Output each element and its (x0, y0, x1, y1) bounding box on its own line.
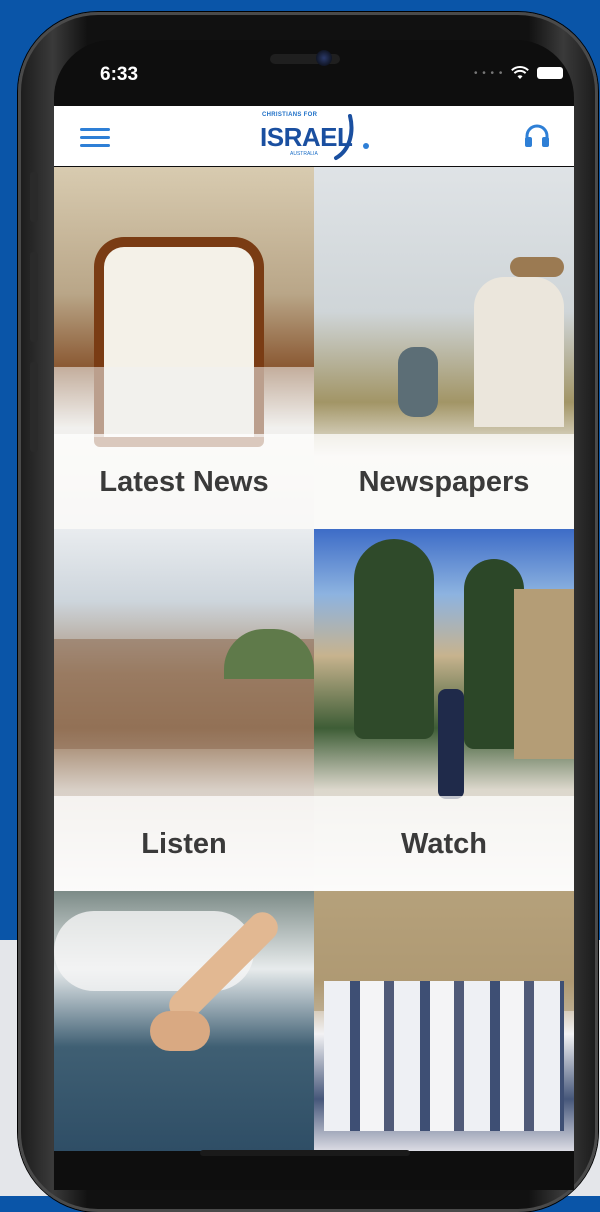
battery-icon (537, 67, 564, 79)
person-image (438, 689, 464, 799)
front-camera (316, 50, 332, 66)
worshippers-image (324, 981, 564, 1131)
wifi-icon (511, 66, 530, 79)
volume-up-button (30, 252, 38, 342)
tile-label: Watch (314, 796, 574, 891)
hill-image (224, 629, 314, 679)
tile-hand[interactable] (54, 891, 314, 1151)
hat-image (510, 257, 564, 277)
app-header: CHRISTIANS FOR ISRAEL AUSTRALIA (54, 106, 574, 166)
headphones-icon[interactable] (524, 124, 550, 148)
tree-image (354, 539, 434, 739)
tile-listen[interactable]: Listen (54, 529, 314, 891)
logo: CHRISTIANS FOR ISRAEL AUSTRALIA (254, 108, 384, 164)
mute-switch (30, 172, 38, 222)
child-image (398, 347, 438, 417)
tile-western-wall[interactable] (314, 891, 574, 1151)
hamburger-icon[interactable] (80, 128, 110, 148)
tile-label: Listen (54, 796, 314, 891)
tile-label: Newspapers (314, 434, 574, 529)
home-indicator (200, 1150, 410, 1156)
status-icons: • • • • (474, 66, 564, 80)
farmer-image (474, 277, 564, 427)
tile-latest-news[interactable]: Latest News (54, 167, 314, 529)
signal-icon: • • • • (474, 67, 504, 79)
tile-label: Latest News (54, 434, 314, 529)
crowd-image (54, 367, 314, 437)
tile-newspapers[interactable]: Newspapers (314, 167, 574, 529)
status-time: 6:33 (100, 64, 139, 85)
tower-image (514, 589, 574, 759)
tile-watch[interactable]: Watch (314, 529, 574, 891)
volume-down-button (30, 362, 38, 452)
palm-image (150, 1011, 210, 1051)
logo-swoosh (334, 114, 369, 160)
